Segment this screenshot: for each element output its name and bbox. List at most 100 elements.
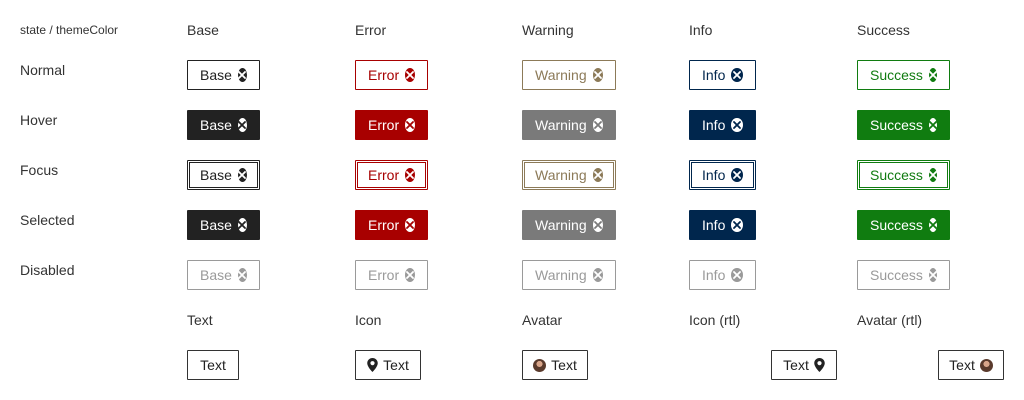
chip-label: Text: [383, 357, 409, 373]
chip-label: Base: [200, 217, 232, 233]
chip-label: Success: [870, 67, 923, 83]
chip-label: Info: [702, 167, 726, 183]
chip-label: Info: [702, 217, 726, 233]
chip-info-hover[interactable]: Info: [689, 110, 756, 140]
icon-rtl-chip[interactable]: Text: [771, 350, 837, 380]
chip-label: Text: [551, 357, 577, 373]
example-header-icon: Icon: [355, 312, 382, 328]
text-chip[interactable]: Text: [187, 350, 239, 380]
chip-success-selected[interactable]: Success: [857, 210, 950, 240]
remove-icon[interactable]: [237, 118, 247, 132]
chip-label: Info: [702, 267, 726, 283]
column-header-warning: Warning: [522, 22, 574, 38]
row-label-disabled: Disabled: [20, 262, 75, 278]
remove-icon: [928, 268, 937, 282]
chip-info-selected[interactable]: Info: [689, 210, 756, 240]
chip-label: Warning: [535, 267, 587, 283]
chip-info-focus[interactable]: Info: [689, 160, 756, 190]
map-pin-icon: [814, 358, 825, 372]
chip-label: Warning: [535, 167, 587, 183]
remove-icon: [405, 268, 415, 282]
row-label-hover: Hover: [20, 112, 58, 128]
chip-label: Text: [783, 357, 809, 373]
column-header-success: Success: [857, 22, 910, 38]
remove-icon[interactable]: [405, 218, 415, 232]
chip-warning-selected[interactable]: Warning: [522, 210, 616, 240]
remove-icon[interactable]: [731, 218, 743, 232]
column-header-base: Base: [187, 22, 219, 38]
remove-icon[interactable]: [928, 118, 937, 132]
chip-warning-hover[interactable]: Warning: [522, 110, 616, 140]
remove-icon[interactable]: [405, 68, 415, 82]
chip-error-normal[interactable]: Error: [355, 60, 428, 90]
remove-icon[interactable]: [592, 218, 603, 232]
column-header-info: Info: [689, 22, 713, 38]
row-label-normal: Normal: [20, 62, 66, 78]
chip-success-normal[interactable]: Success: [857, 60, 950, 90]
chip-base-hover[interactable]: Base: [187, 110, 260, 140]
chip-label: Base: [200, 117, 232, 133]
chip-label: Text: [949, 357, 975, 373]
chip-info-disabled: Info: [689, 260, 756, 290]
chip-label: Base: [200, 267, 232, 283]
column-header-error: Error: [355, 22, 387, 38]
row-label-selected: Selected: [20, 212, 75, 228]
chip-label: Base: [200, 167, 232, 183]
corner-label: state / themeColor: [20, 23, 119, 37]
remove-icon[interactable]: [405, 118, 415, 132]
chip-base-disabled: Base: [187, 260, 260, 290]
chip-base-focus[interactable]: Base: [187, 160, 260, 190]
chip-warning-normal[interactable]: Warning: [522, 60, 616, 90]
chip-label: Info: [702, 117, 726, 133]
chip-label: Success: [870, 117, 923, 133]
chip-label: Error: [368, 167, 400, 183]
example-header-avatar: Avatar: [522, 312, 563, 328]
chip-label: Info: [702, 67, 726, 83]
remove-icon[interactable]: [405, 168, 415, 182]
chip-warning-focus[interactable]: Warning: [522, 160, 616, 190]
remove-icon[interactable]: [237, 168, 247, 182]
chip-label: Error: [368, 267, 400, 283]
chip-warning-disabled: Warning: [522, 260, 616, 290]
remove-icon[interactable]: [592, 68, 603, 82]
remove-icon[interactable]: [928, 218, 937, 232]
chip-base-normal[interactable]: Base: [187, 60, 260, 90]
chip-error-hover[interactable]: Error: [355, 110, 428, 140]
chip-error-disabled: Error: [355, 260, 428, 290]
icon-chip[interactable]: Text: [355, 350, 421, 380]
remove-icon: [592, 268, 603, 282]
remove-icon[interactable]: [592, 168, 603, 182]
remove-icon[interactable]: [237, 68, 247, 82]
chip-error-focus[interactable]: Error: [355, 160, 428, 190]
remove-icon: [237, 268, 247, 282]
chip-label: Success: [870, 267, 923, 283]
example-header-text: Text: [187, 312, 213, 328]
remove-icon[interactable]: [731, 168, 743, 182]
avatar-chip[interactable]: Text: [522, 350, 588, 380]
chip-success-hover[interactable]: Success: [857, 110, 950, 140]
chip-label: Text: [200, 357, 226, 373]
chip-label: Warning: [535, 117, 587, 133]
chip-label: Error: [368, 117, 400, 133]
remove-icon[interactable]: [928, 168, 937, 182]
remove-icon[interactable]: [592, 118, 603, 132]
user-avatar: [533, 358, 547, 372]
chip-label: Warning: [535, 217, 587, 233]
chip-error-selected[interactable]: Error: [355, 210, 428, 240]
chip-demo-grid: state / themeColor Base Error Warning In…: [0, 0, 1024, 400]
chip-success-focus[interactable]: Success: [857, 160, 950, 190]
chip-label: Warning: [535, 67, 587, 83]
chip-base-selected[interactable]: Base: [187, 210, 260, 240]
remove-icon[interactable]: [731, 118, 743, 132]
chip-success-disabled: Success: [857, 260, 950, 290]
avatar-rtl-chip[interactable]: Text: [938, 350, 1004, 380]
remove-icon[interactable]: [928, 68, 937, 82]
chip-label: Success: [870, 167, 923, 183]
chip-label: Base: [200, 67, 232, 83]
remove-icon[interactable]: [237, 218, 247, 232]
chip-label: Success: [870, 217, 923, 233]
remove-icon: [731, 268, 743, 282]
map-pin-icon: [367, 358, 378, 372]
remove-icon[interactable]: [731, 68, 743, 82]
chip-info-normal[interactable]: Info: [689, 60, 756, 90]
